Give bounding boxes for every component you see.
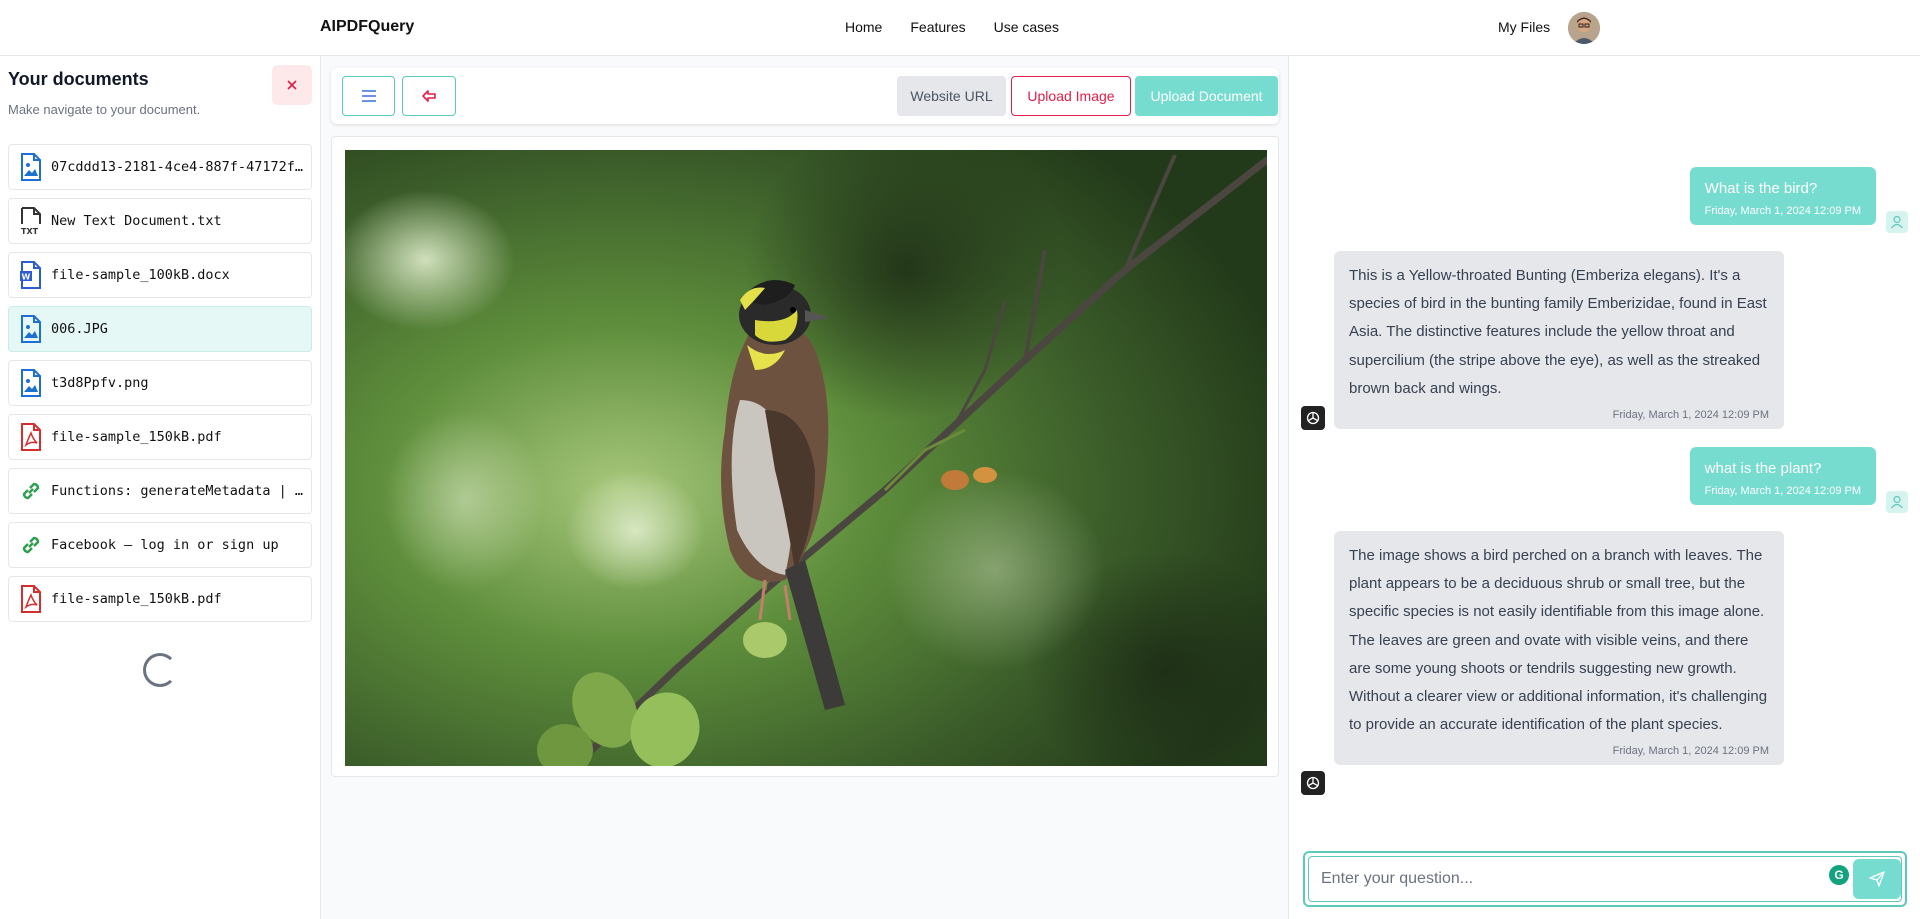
back-button[interactable] xyxy=(402,76,456,116)
document-item[interactable]: file-sample_150kB.pdf xyxy=(8,414,312,460)
viewer-toolbar: Website URL Upload Image Upload Document xyxy=(331,68,1279,124)
image-file-icon xyxy=(17,314,45,344)
pdf-file-icon xyxy=(17,584,45,614)
txt-file-icon: TXT xyxy=(17,206,45,236)
hamburger-icon xyxy=(361,90,376,102)
user-icon xyxy=(1886,491,1908,513)
my-files-link[interactable]: My Files xyxy=(1498,19,1550,35)
link-icon xyxy=(17,530,45,560)
document-item-active[interactable]: 006.JPG xyxy=(8,306,312,352)
document-item[interactable]: TXT New Text Document.txt xyxy=(8,198,312,244)
pdf-file-icon xyxy=(17,422,45,452)
question-input-box: G xyxy=(1303,851,1907,907)
document-name: 07cddd13-2181-4ce4-887f-47172f0… xyxy=(51,159,311,175)
sidebar-title: Your documents xyxy=(8,69,149,89)
document-name: 006.JPG xyxy=(51,321,108,337)
website-url-button[interactable]: Website URL xyxy=(897,76,1006,116)
top-navbar: AIPDFQuery Home Features Use cases My Fi… xyxy=(0,0,1920,56)
svg-text:TXT: TXT xyxy=(21,227,39,235)
document-name: Functions: generateMetadata | … xyxy=(51,483,303,499)
assistant-message: The image shows a bird perched on a bran… xyxy=(1334,531,1784,766)
document-list: 07cddd13-2181-4ce4-887f-47172f0… TXT New… xyxy=(8,144,312,630)
menu-button[interactable] xyxy=(342,76,395,116)
user-message: What is the bird? Friday, March 1, 2024 … xyxy=(1689,167,1876,225)
bird-photo xyxy=(345,150,1267,766)
chat-panel: What is the bird? Friday, March 1, 2024 … xyxy=(1288,56,1920,919)
user-message: what is the plant? Friday, March 1, 2024… xyxy=(1689,447,1876,505)
message-timestamp: Friday, March 1, 2024 12:09 PM xyxy=(1612,409,1769,422)
document-name: file-sample_150kB.pdf xyxy=(51,429,222,445)
document-item[interactable]: t3d8Ppfv.png xyxy=(8,360,312,406)
svg-text:W: W xyxy=(22,273,31,282)
grammarly-icon[interactable]: G xyxy=(1829,865,1849,885)
message-text: This is a Yellow-throated Bunting (Ember… xyxy=(1349,267,1767,397)
user-avatar[interactable] xyxy=(1568,12,1600,44)
message-text: The image shows a bird perched on a bran… xyxy=(1349,547,1768,734)
document-viewer-panel: Website URL Upload Image Upload Document xyxy=(321,56,1288,919)
nav-features-link[interactable]: Features xyxy=(910,19,965,35)
brand-logo[interactable]: AIPDFQuery xyxy=(320,18,414,36)
image-viewer xyxy=(331,136,1279,777)
image-file-icon xyxy=(17,368,45,398)
openai-icon xyxy=(1301,406,1325,430)
upload-document-button[interactable]: Upload Document xyxy=(1135,76,1278,116)
message-timestamp: Friday, March 1, 2024 12:09 PM xyxy=(1612,745,1769,758)
close-icon xyxy=(287,80,297,90)
document-name: file-sample_150kB.pdf xyxy=(51,591,222,607)
main-nav: Home Features Use cases xyxy=(845,19,1059,35)
nav-use-cases-link[interactable]: Use cases xyxy=(994,19,1059,35)
image-file-icon xyxy=(17,152,45,182)
nav-home-link[interactable]: Home xyxy=(845,19,882,35)
loading-spinner xyxy=(143,653,177,687)
question-input[interactable] xyxy=(1309,857,1819,901)
document-name: t3d8Ppfv.png xyxy=(51,375,149,391)
word-file-icon: W xyxy=(17,260,45,290)
send-icon xyxy=(1869,871,1885,887)
question-input-frame: G xyxy=(1308,856,1902,902)
arrow-left-icon xyxy=(422,90,436,102)
document-item[interactable]: Facebook – log in or sign up xyxy=(8,522,312,568)
documents-sidebar: Your documents Make navigate to your doc… xyxy=(0,56,321,919)
upload-image-button[interactable]: Upload Image xyxy=(1011,76,1131,116)
document-item[interactable]: 07cddd13-2181-4ce4-887f-47172f0… xyxy=(8,144,312,190)
user-icon xyxy=(1886,211,1908,233)
sidebar-subtitle: Make navigate to your document. xyxy=(8,102,201,117)
document-item[interactable]: file-sample_150kB.pdf xyxy=(8,576,312,622)
document-name: New Text Document.txt xyxy=(51,213,222,229)
document-item[interactable]: W file-sample_100kB.docx xyxy=(8,252,312,298)
document-name: Facebook – log in or sign up xyxy=(51,537,279,553)
openai-icon xyxy=(1301,771,1325,795)
message-text: what is the plant? xyxy=(1704,460,1822,477)
message-timestamp: Friday, March 1, 2024 12:09 PM xyxy=(1704,485,1861,497)
assistant-message: This is a Yellow-throated Bunting (Ember… xyxy=(1334,251,1784,430)
send-button[interactable] xyxy=(1853,859,1901,899)
close-sidebar-button[interactable] xyxy=(272,65,312,105)
document-item[interactable]: Functions: generateMetadata | … xyxy=(8,468,312,514)
link-icon xyxy=(17,476,45,506)
document-name: file-sample_100kB.docx xyxy=(51,267,230,283)
message-timestamp: Friday, March 1, 2024 12:09 PM xyxy=(1704,205,1861,217)
message-text: What is the bird? xyxy=(1704,180,1818,197)
